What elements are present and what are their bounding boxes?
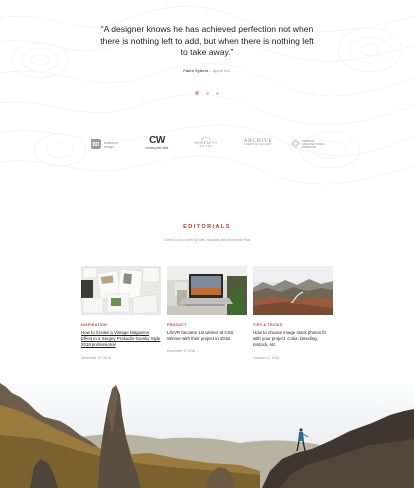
card-title[interactable]: How to Create a Vintage Magazine Effect … bbox=[81, 330, 161, 349]
card-title[interactable]: How to choose image stock photos fit wit… bbox=[253, 330, 333, 349]
testimonial-section: “A designer knows he has achieved perfec… bbox=[0, 24, 414, 96]
logo-christopher-wills[interactable]: CW christopher wills bbox=[142, 135, 172, 153]
logo-subtext: CREATIVE GALLERY bbox=[243, 143, 273, 146]
author-separator: – bbox=[209, 68, 212, 73]
editorial-card-2[interactable]: PRODUCT LifeVR became 1st winner at CSS … bbox=[167, 266, 247, 353]
cw-mark: CW bbox=[149, 135, 165, 146]
card-category[interactable]: INSPIRATION bbox=[81, 323, 161, 327]
editorial-card-1[interactable]: INSPIRATION How to Create a Vintage Maga… bbox=[81, 266, 161, 360]
card-category[interactable]: PRODUCT bbox=[167, 323, 247, 327]
section-subtitle: Check out our best UI kits, tutorials an… bbox=[163, 238, 251, 242]
logo-text: christopher wills bbox=[145, 146, 169, 150]
premium-diamond-icon bbox=[291, 139, 300, 148]
hero-landscape-image bbox=[0, 375, 414, 488]
slider-dot-1[interactable] bbox=[194, 91, 199, 96]
serenity-arc-icon bbox=[200, 136, 212, 141]
testimonial-author: Paolo Sybera – Apple Inc. bbox=[0, 69, 414, 73]
logo-serenity-suites[interactable]: SERENITY SUITES bbox=[194, 135, 218, 153]
slider-dot-2[interactable] bbox=[206, 91, 209, 95]
logo-text-line2: design bbox=[104, 145, 115, 149]
author-name: Paolo Sybera bbox=[183, 68, 209, 73]
logo-subtext: ARCHITECTURE & INTERIORS bbox=[302, 143, 325, 150]
bd-logo-icon: BD bbox=[91, 139, 101, 149]
editorial-card-3[interactable]: TIPS & TRICKS How to choose image stock … bbox=[253, 266, 333, 360]
editorials-section: EDITORIALS Check out our best UI kits, t… bbox=[0, 224, 414, 242]
author-company: Apple Inc. bbox=[212, 68, 231, 73]
logo-premium[interactable]: PREMIUM ARCHITECTURE & INTERIORS bbox=[291, 139, 329, 157]
testimonial-quote: “A designer knows he has achieved perfec… bbox=[100, 24, 314, 57]
card-thumbnail-laptop[interactable] bbox=[167, 266, 247, 315]
card-thumbnail-landscape[interactable] bbox=[253, 266, 333, 315]
slider-pagination bbox=[0, 85, 414, 96]
svg-text:BD: BD bbox=[92, 142, 100, 148]
logo-archive[interactable]: ARCHIVE CREATIVE GALLERY bbox=[242, 138, 274, 157]
client-logos: BD business design CW christopher wills … bbox=[0, 135, 414, 153]
card-title[interactable]: LifeVR became 1st winner at CSS Winner w… bbox=[167, 330, 247, 342]
card-date: October 12, 2018 bbox=[253, 355, 280, 360]
card-date: December 20, 2018 bbox=[81, 355, 111, 360]
logo-subtext: SUITES bbox=[199, 145, 213, 148]
card-date: December 8, 2018 bbox=[167, 349, 195, 354]
card-thumbnail-magazines[interactable] bbox=[81, 266, 161, 315]
card-category[interactable]: TIPS & TRICKS bbox=[253, 323, 333, 327]
section-title: EDITORIALS bbox=[183, 224, 231, 230]
